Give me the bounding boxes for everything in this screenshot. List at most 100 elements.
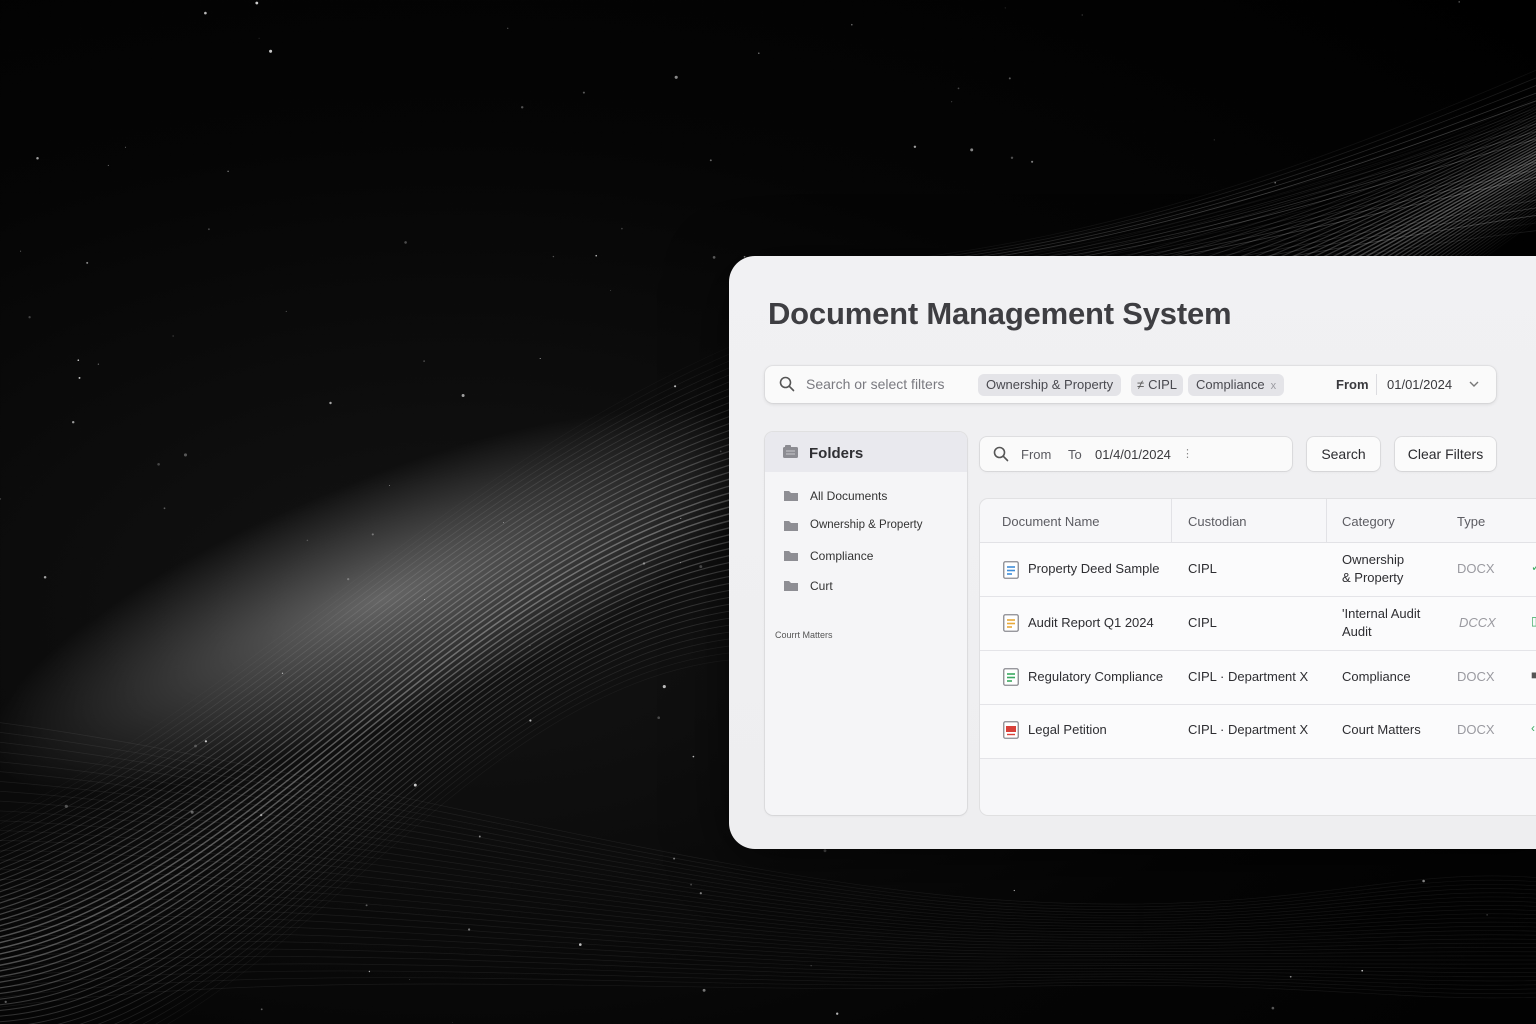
document-name[interactable]: Regulatory Compliance bbox=[1028, 668, 1163, 686]
column-header-type[interactable]: Type bbox=[1457, 514, 1485, 529]
star-dot bbox=[413, 783, 417, 787]
folder-icon bbox=[784, 491, 798, 501]
star-dot bbox=[365, 904, 368, 907]
document-icon bbox=[1003, 721, 1019, 739]
range-date-value[interactable]: 01/4/01/2024 bbox=[1095, 447, 1171, 462]
filter-chip-label: CIPL bbox=[1148, 377, 1178, 392]
star-dot bbox=[71, 420, 75, 424]
wave-line bbox=[0, 924, 1536, 965]
document-name[interactable]: Audit Report Q1 2024 bbox=[1028, 614, 1154, 632]
star-dot bbox=[951, 101, 953, 103]
star-dot bbox=[20, 250, 22, 252]
check-icon[interactable]: ✓ bbox=[1531, 560, 1536, 574]
star-dot bbox=[86, 261, 89, 264]
document-type: DCCX bbox=[1459, 615, 1496, 630]
category-line: Ownership bbox=[1342, 552, 1405, 567]
star-dot bbox=[157, 462, 160, 466]
star-dot bbox=[260, 1008, 263, 1011]
star-dot bbox=[674, 385, 677, 388]
document-name[interactable]: Legal Petition bbox=[1028, 721, 1107, 739]
star-dot bbox=[702, 988, 706, 992]
close-icon[interactable]: x bbox=[1271, 380, 1277, 392]
clear-filters-button[interactable]: Clear Filters bbox=[1395, 437, 1496, 471]
status-dot-icon[interactable]: ‹ bbox=[1531, 721, 1535, 735]
filter-chip-cipl[interactable]: ≠ CIPL bbox=[1131, 374, 1184, 396]
star-dot bbox=[306, 539, 309, 542]
category-line: & Property bbox=[1342, 570, 1404, 585]
folders-header[interactable]: Folders bbox=[765, 432, 967, 472]
search-icon bbox=[779, 376, 795, 392]
star-dot bbox=[621, 227, 623, 230]
wave-line bbox=[899, 77, 1536, 263]
star-dot bbox=[207, 228, 210, 231]
document-icon bbox=[1003, 614, 1019, 632]
star-dot bbox=[183, 453, 188, 457]
documents-table: Document Name Custodian Category Type Pr… bbox=[980, 499, 1536, 815]
category: Compliance bbox=[1342, 669, 1411, 684]
star-dot bbox=[1008, 77, 1011, 80]
star-dot bbox=[285, 310, 287, 312]
document-icon bbox=[1003, 668, 1019, 686]
custodian: CIPL · Department X bbox=[1188, 722, 1309, 737]
star-dot bbox=[78, 376, 81, 379]
folder-label: Ownership & Property bbox=[810, 519, 923, 531]
filter-chip-compliance[interactable]: Compliance x bbox=[1188, 374, 1285, 396]
search-button[interactable]: Search bbox=[1307, 437, 1380, 471]
star-dot bbox=[409, 978, 411, 980]
folder-icon bbox=[784, 551, 798, 561]
document-name[interactable]: Property Deed Sample bbox=[1028, 560, 1160, 578]
star-dot bbox=[281, 672, 284, 674]
more-vertical-icon[interactable]: ⋮ bbox=[1182, 447, 1193, 460]
sidebar-sub-label[interactable]: Courrt Matters bbox=[775, 630, 833, 640]
star-dot bbox=[347, 577, 350, 581]
star-dot bbox=[227, 170, 229, 173]
star-dot bbox=[124, 146, 127, 148]
date-range-input[interactable]: From To 01/4/01/2024 ⋮ bbox=[980, 437, 1292, 471]
column-header-document-name[interactable]: Document Name bbox=[1002, 514, 1100, 529]
category-line: 'Internal Audit bbox=[1342, 606, 1421, 621]
filter-chip-ownership[interactable]: Ownership & Property bbox=[978, 374, 1122, 396]
table-row[interactable]: Legal Petition CIPL · Department X Court… bbox=[980, 705, 1536, 759]
star-dot bbox=[674, 75, 678, 79]
star-dot bbox=[1458, 1, 1460, 3]
folder-label: Curt bbox=[810, 579, 833, 593]
star-dot bbox=[657, 716, 661, 720]
star-dot bbox=[529, 645, 531, 647]
column-header-category[interactable]: Category bbox=[1342, 514, 1395, 529]
star-dot bbox=[97, 363, 100, 365]
star-dot bbox=[579, 943, 582, 946]
table-row[interactable]: Regulatory Compliance CIPL · Department … bbox=[980, 651, 1536, 705]
folder-label: Compliance bbox=[810, 549, 874, 563]
from-date-value[interactable]: 01/01/2024 bbox=[1387, 377, 1452, 392]
star-dot bbox=[163, 507, 166, 510]
category-line: Audit bbox=[1342, 624, 1372, 639]
filter-bar[interactable]: Search or select filters Ownership & Pro… bbox=[765, 366, 1496, 403]
column-header-custodian[interactable]: Custodian bbox=[1188, 514, 1247, 529]
star-dot bbox=[404, 241, 407, 244]
star-dot bbox=[194, 744, 197, 748]
file-check-icon[interactable]: ▯ bbox=[1531, 614, 1536, 628]
table-row[interactable]: Property Deed Sample CIPL Ownership & Pr… bbox=[980, 543, 1536, 597]
star-dot bbox=[423, 598, 426, 601]
document-type: DOCX bbox=[1457, 722, 1495, 737]
search-icon bbox=[993, 446, 1009, 462]
category: Ownership & Property bbox=[1342, 551, 1404, 587]
lock-icon[interactable]: ■ bbox=[1531, 668, 1536, 682]
star-dot bbox=[204, 11, 207, 15]
search-placeholder[interactable]: Search or select filters bbox=[806, 376, 945, 392]
star-dot bbox=[662, 685, 666, 689]
document-icon bbox=[1003, 561, 1019, 579]
star-dot bbox=[1271, 1006, 1275, 1010]
custodian: CIPL bbox=[1188, 561, 1217, 576]
star-dot bbox=[43, 576, 47, 579]
star-dot bbox=[758, 52, 760, 55]
table-row[interactable]: Audit Report Q1 2024 CIPL 'Internal Audi… bbox=[980, 597, 1536, 651]
star-dot bbox=[712, 256, 716, 259]
star-dot bbox=[1486, 914, 1488, 916]
star-dot bbox=[1004, 7, 1006, 9]
wave-line bbox=[0, 977, 1536, 998]
star-dot bbox=[478, 835, 481, 838]
star-dot bbox=[595, 254, 597, 257]
filter-chip-label: Ownership & Property bbox=[986, 377, 1114, 392]
chevron-down-icon[interactable] bbox=[1468, 379, 1480, 389]
